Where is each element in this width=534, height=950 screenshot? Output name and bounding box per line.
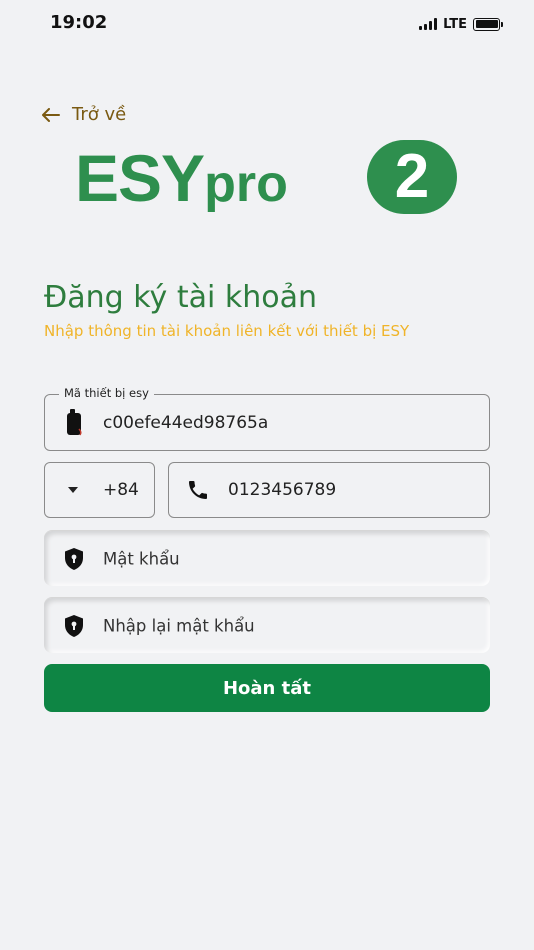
logo-badge: 2	[367, 140, 457, 214]
logo-text-small: pro	[204, 155, 288, 213]
country-code-select[interactable]: +84	[44, 462, 155, 518]
logo-text-main: ESY	[75, 141, 205, 215]
battery-icon	[473, 17, 503, 31]
phone-value: 0123456789	[228, 480, 337, 500]
password-field[interactable]: Mật khẩu	[44, 530, 490, 586]
status-time: 19:02	[50, 12, 108, 33]
shield-lock-icon	[63, 614, 85, 638]
phone-field[interactable]: 0123456789	[168, 462, 490, 518]
back-button[interactable]: Trở về	[42, 104, 126, 125]
device-code-value: c00efe44ed98765a	[103, 412, 269, 433]
arrow-left-icon	[42, 107, 60, 122]
confirm-password-field[interactable]: Nhập lại mật khẩu	[44, 597, 490, 653]
app-logo: ESYpro 2	[75, 138, 460, 218]
device-icon	[64, 408, 84, 437]
phone-icon	[186, 478, 210, 502]
password-placeholder: Mật khẩu	[103, 549, 180, 568]
status-indicators: LTE	[419, 15, 503, 33]
device-code-field[interactable]: Mã thiết bị esy c00efe44ed98765a	[44, 386, 490, 451]
confirm-password-placeholder: Nhập lại mật khẩu	[103, 616, 255, 635]
page-title: Đăng ký tài khoản	[44, 280, 317, 315]
network-label: LTE	[443, 16, 467, 32]
shield-lock-icon	[63, 547, 85, 571]
signal-icon	[419, 18, 438, 30]
status-bar: 19:02 LTE	[0, 0, 534, 48]
device-code-label: Mã thiết bị esy	[59, 386, 154, 400]
submit-button[interactable]: Hoàn tất	[44, 664, 490, 712]
caret-down-icon	[67, 486, 79, 494]
back-label: Trở về	[72, 104, 127, 125]
country-code-value: +84	[103, 480, 139, 500]
page-subtitle: Nhập thông tin tài khoản liên kết với th…	[44, 322, 410, 340]
